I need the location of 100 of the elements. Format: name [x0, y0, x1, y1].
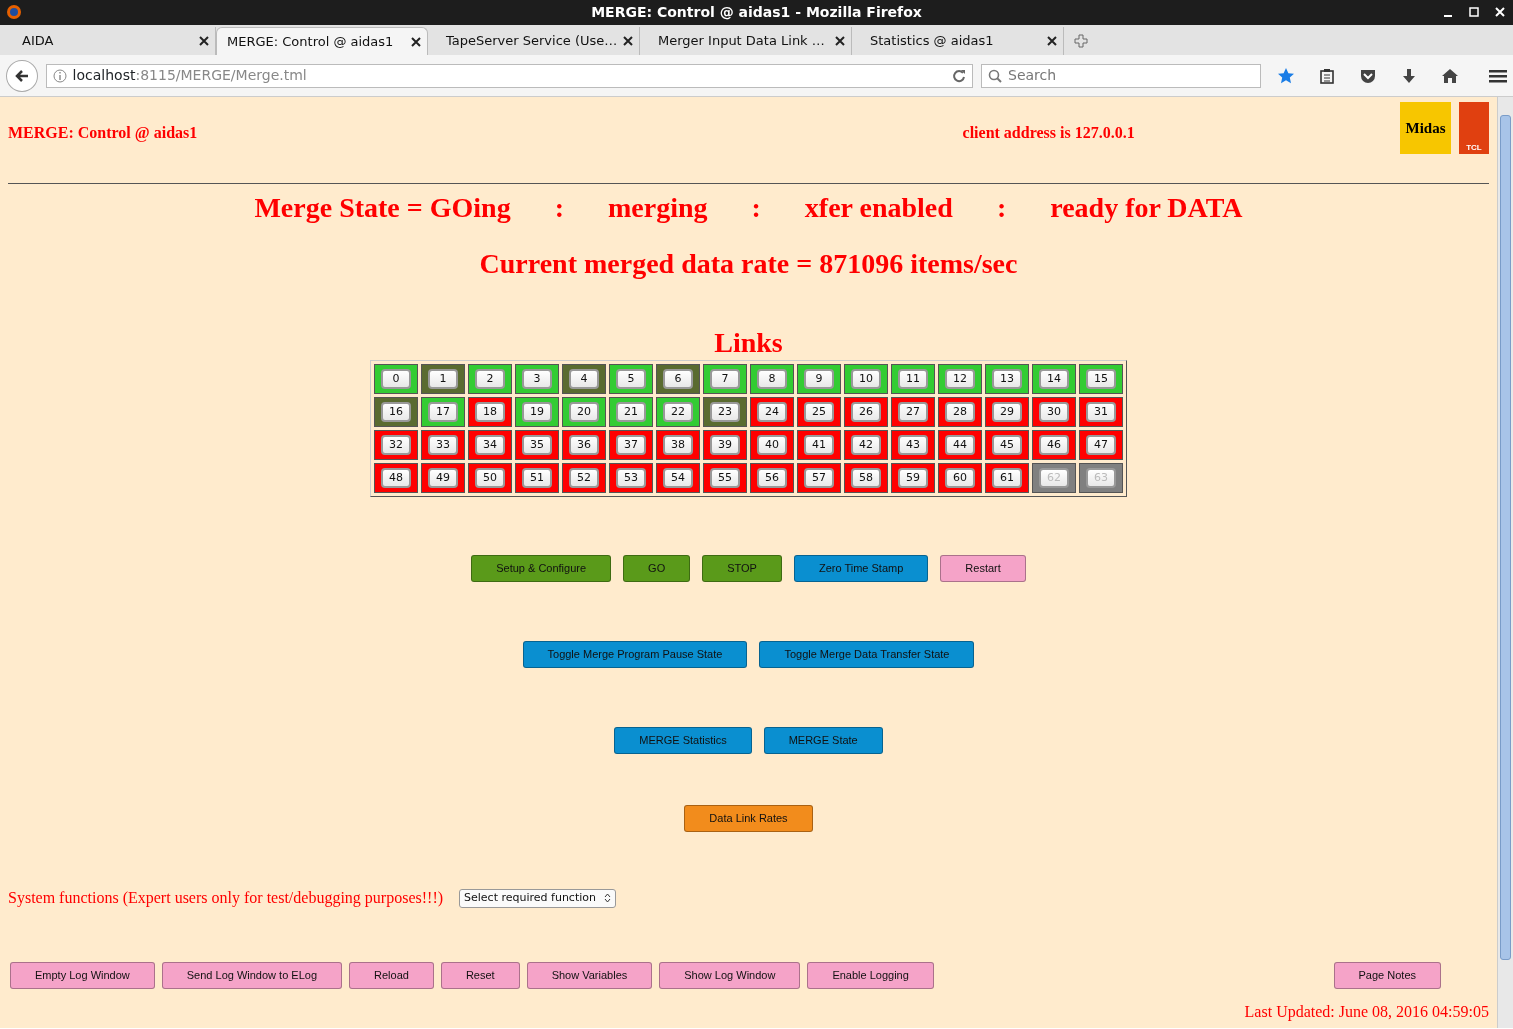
link-button[interactable]: 34	[475, 435, 505, 455]
link-button[interactable]: 47	[1086, 435, 1116, 455]
star-icon[interactable]	[1277, 66, 1295, 85]
link-button[interactable]: 4	[569, 369, 599, 389]
action-button[interactable]: Empty Log Window	[10, 962, 155, 989]
new-tab-icon[interactable]	[1074, 34, 1088, 48]
link-button[interactable]: 49	[428, 468, 458, 488]
action-button[interactable]: Toggle Merge Data Transfer State	[759, 641, 975, 668]
link-button[interactable]: 54	[663, 468, 693, 488]
link-button[interactable]: 51	[522, 468, 552, 488]
function-select[interactable]: Select required function	[459, 888, 616, 908]
reload-icon[interactable]	[952, 68, 966, 83]
link-button[interactable]: 46	[1039, 435, 1069, 455]
pocket-icon[interactable]	[1359, 67, 1377, 84]
maximize-icon[interactable]	[1469, 6, 1479, 18]
close-icon[interactable]	[199, 36, 209, 46]
link-button[interactable]: 50	[475, 468, 505, 488]
link-button[interactable]: 39	[710, 435, 740, 455]
page-notes-button[interactable]: Page Notes	[1333, 962, 1441, 989]
link-button[interactable]: 25	[804, 402, 834, 422]
link-button[interactable]: 20	[569, 402, 599, 422]
link-button[interactable]: 58	[851, 468, 881, 488]
scrollbar[interactable]	[1497, 97, 1513, 1028]
link-button[interactable]: 23	[710, 402, 740, 422]
action-button[interactable]: Data Link Rates	[684, 805, 813, 832]
link-button[interactable]: 2	[475, 369, 505, 389]
link-button[interactable]: 22	[663, 402, 693, 422]
action-button[interactable]: Toggle Merge Program Pause State	[522, 641, 748, 668]
link-button[interactable]: 38	[663, 435, 693, 455]
link-button[interactable]: 10	[851, 369, 881, 389]
download-icon[interactable]	[1401, 67, 1417, 84]
link-button[interactable]: 43	[898, 435, 928, 455]
menu-icon[interactable]	[1489, 67, 1507, 84]
link-button[interactable]: 30	[1039, 402, 1069, 422]
link-button[interactable]: 60	[945, 468, 975, 488]
clipboard-icon[interactable]	[1319, 67, 1335, 84]
link-button[interactable]: 16	[381, 402, 411, 422]
link-button[interactable]: 8	[757, 369, 787, 389]
link-button[interactable]: 31	[1086, 402, 1116, 422]
action-button[interactable]: Show Variables	[526, 962, 653, 989]
link-button[interactable]: 11	[898, 369, 928, 389]
link-button[interactable]: 57	[804, 468, 834, 488]
link-button[interactable]: 27	[898, 402, 928, 422]
link-button[interactable]: 36	[569, 435, 599, 455]
action-button[interactable]: GO	[623, 555, 691, 582]
search-field[interactable]: Search	[981, 63, 1261, 88]
close-icon[interactable]	[623, 36, 633, 46]
link-button[interactable]: 41	[804, 435, 834, 455]
link-button[interactable]: 52	[569, 468, 599, 488]
link-button[interactable]: 35	[522, 435, 552, 455]
close-icon[interactable]	[1047, 36, 1057, 46]
home-icon[interactable]	[1441, 67, 1459, 84]
action-button[interactable]: Zero Time Stamp	[793, 555, 929, 582]
link-button[interactable]: 40	[757, 435, 787, 455]
link-button[interactable]: 48	[381, 468, 411, 488]
link-button[interactable]: 59	[898, 468, 928, 488]
action-button[interactable]: Reload	[349, 962, 434, 989]
link-button[interactable]: 7	[710, 369, 740, 389]
action-button[interactable]: Enable Logging	[807, 962, 934, 989]
link-button[interactable]: 18	[475, 402, 505, 422]
link-button[interactable]: 5	[616, 369, 646, 389]
browser-tab[interactable]: MERGE: Control @ aidas1	[216, 27, 428, 55]
link-button[interactable]: 53	[616, 468, 646, 488]
close-icon[interactable]	[835, 36, 845, 46]
link-button[interactable]: 61	[992, 468, 1022, 488]
link-button[interactable]: 15	[1086, 369, 1116, 389]
action-button[interactable]: Send Log Window to ELog	[161, 962, 343, 989]
link-button[interactable]: 56	[757, 468, 787, 488]
link-button[interactable]: 33	[428, 435, 458, 455]
link-button[interactable]: 9	[804, 369, 834, 389]
back-button[interactable]	[6, 59, 38, 92]
link-button[interactable]: 55	[710, 468, 740, 488]
link-button[interactable]: 1	[428, 369, 458, 389]
link-button[interactable]: 45	[992, 435, 1022, 455]
action-button[interactable]: Show Log Window	[659, 962, 801, 989]
link-button[interactable]: 6	[663, 369, 693, 389]
link-button[interactable]: 19	[522, 402, 552, 422]
action-button[interactable]: Setup & Configure	[471, 555, 612, 582]
action-button[interactable]: MERGE State	[763, 727, 883, 754]
link-button[interactable]: 21	[616, 402, 646, 422]
close-icon[interactable]	[411, 36, 421, 47]
action-button[interactable]: Reset	[440, 962, 520, 989]
link-button[interactable]: 28	[945, 402, 975, 422]
link-button[interactable]: 13	[992, 369, 1022, 389]
link-button[interactable]: 32	[381, 435, 411, 455]
link-button[interactable]: 17	[428, 402, 458, 422]
link-button[interactable]: 14	[1039, 369, 1069, 389]
action-button[interactable]: STOP	[702, 555, 782, 582]
link-button[interactable]: 44	[945, 435, 975, 455]
link-button[interactable]: 0	[381, 369, 411, 389]
link-button[interactable]: 37	[616, 435, 646, 455]
link-button[interactable]: 24	[757, 402, 787, 422]
action-button[interactable]: MERGE Statistics	[614, 727, 752, 754]
address-bar[interactable]: localhost:8115/MERGE/Merge.tml	[45, 63, 973, 88]
link-button[interactable]: 29	[992, 402, 1022, 422]
link-button[interactable]: 42	[851, 435, 881, 455]
link-button[interactable]: 26	[851, 402, 881, 422]
action-button[interactable]: Restart	[940, 555, 1026, 582]
link-button[interactable]: 12	[945, 369, 975, 389]
link-button[interactable]: 3	[522, 369, 552, 389]
